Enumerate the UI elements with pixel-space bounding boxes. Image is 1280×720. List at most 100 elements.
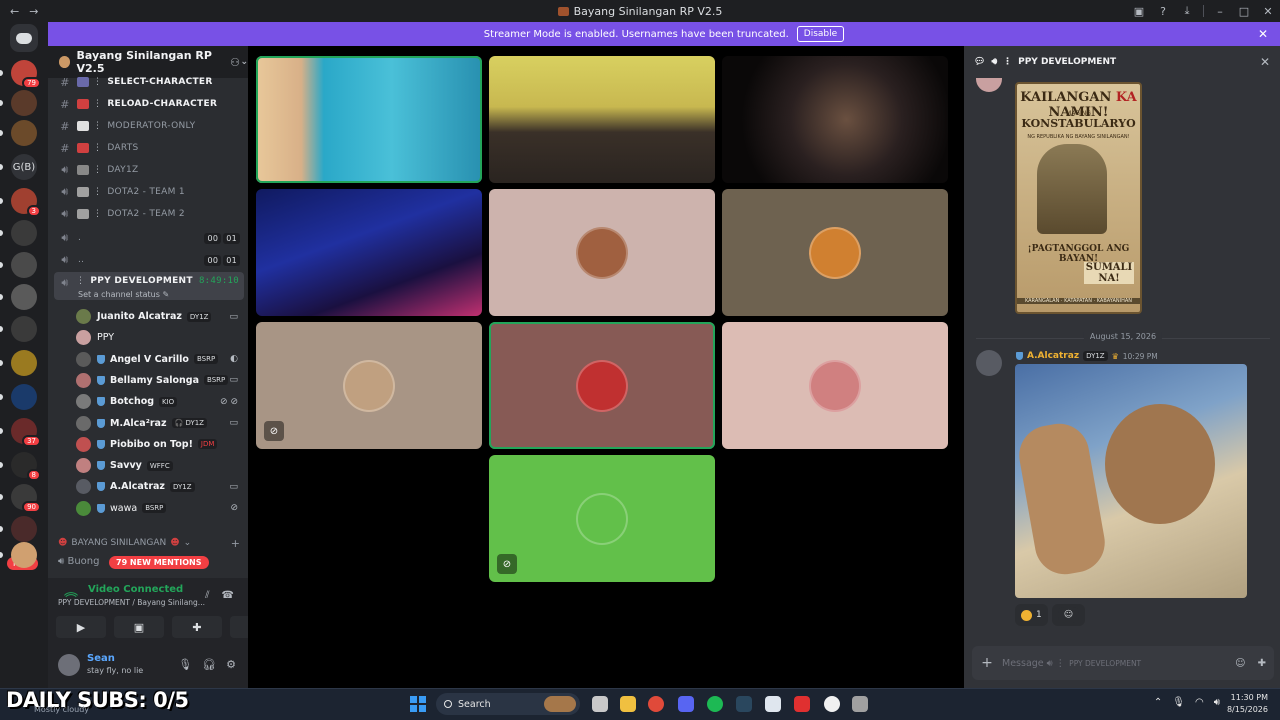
voice-member[interactable]: Bellamy Salonga BSRP ▭ [76,370,244,391]
participant-tile[interactable] [722,322,948,449]
recording-app-icon[interactable] [794,696,810,712]
channel-text[interactable]: # ⋮ select-character [54,72,244,92]
server-icon[interactable] [11,220,37,246]
steam-icon[interactable] [736,696,752,712]
voice-member[interactable]: Juanito Alcatraz DY1Z ▭ [76,306,244,327]
participant-tile[interactable]: ⊘ [489,455,715,582]
channel-text[interactable]: # ⋮ darts [54,138,244,158]
voice-member[interactable]: Angel V Carillo BSRP ◐ [76,349,244,370]
back-arrow-icon[interactable]: ← [10,5,19,18]
channel-voice[interactable]: 🔊︎ ⋮ day1z [54,160,244,180]
channel-ppy-development[interactable]: 🔊︎ ⋮ ppy development 8:49:10 Set a chann… [54,272,244,300]
channel-voice[interactable]: 🔊︎. 00 01 [54,228,244,248]
server-icon[interactable] [11,252,37,278]
channel-voice[interactable]: 🔊︎ ⋮ dota2 - team 1 [54,182,244,202]
server-icon[interactable] [11,542,37,568]
participant-tile[interactable] [489,189,715,316]
invite-people-icon[interactable]: ⚇ [230,56,240,69]
chrome-icon[interactable] [648,696,664,712]
voice-member[interactable]: M.Alca²raz 🎧 DY1Z ▭ [76,413,244,434]
server-icon[interactable]: 8 [11,452,41,481]
participant-tile[interactable]: ⊘ [256,322,482,449]
channel-status-field[interactable]: Set a channel status ✎ [78,290,169,299]
attach-plus-icon[interactable]: + [972,655,1002,671]
username[interactable]: Sean [87,653,115,664]
settings-gear-icon[interactable]: ⚙ [226,658,236,671]
maximize-button[interactable]: □ [1232,5,1256,18]
headphones-icon[interactable]: 🎧︎ [202,658,216,671]
inbox-icon[interactable]: ▣ [1127,5,1151,18]
voice-member[interactable]: Piobibo on Top! JDM [76,434,244,455]
file-explorer-icon[interactable] [620,696,636,712]
screen-share-button[interactable]: ▣ [114,616,164,638]
server-icon[interactable]: 3 [11,188,41,217]
server-icon[interactable]: G(B) [11,154,37,180]
taskbar-clock[interactable]: 11:30 PM 8/15/2026 [1227,692,1268,716]
voice-status[interactable]: Video Connected [88,584,183,595]
participant-tile[interactable] [722,189,948,316]
task-view-icon[interactable] [592,696,608,712]
camera-button[interactable]: ▶ [56,616,106,638]
avatar[interactable] [58,654,80,676]
help-icon[interactable]: ? [1151,5,1175,18]
konstabularyo-poster-image[interactable]: KAILANGAN KA NAMIN! MAGING KONSTABULARYO… [1015,82,1142,314]
discord-taskbar-icon[interactable] [678,696,694,712]
disconnect-icon[interactable]: ☎ [222,590,234,601]
wifi-icon[interactable]: ◠ [1195,697,1204,708]
channel-text[interactable]: # ⋮ reload-character [54,94,244,114]
reaction-button[interactable]: 1 [1015,604,1048,626]
noise-suppression-icon[interactable]: ⫽ [205,590,209,601]
attached-photo[interactable] [1015,364,1247,598]
participant-tile[interactable] [489,322,715,449]
server-icon[interactable] [11,350,37,376]
spotify-icon[interactable] [707,696,723,712]
disable-button[interactable]: Disable [796,26,845,42]
server-icon[interactable]: 90 [11,484,41,513]
server-icon[interactable]: 79 [11,60,41,89]
microphone-icon[interactable]: 🎙︎ [1172,697,1185,708]
notepad-icon[interactable] [765,696,781,712]
video-tile[interactable] [489,56,715,183]
channel-buong[interactable]: 🔊︎ Buong [58,556,100,567]
apps-icon[interactable]: ✚ [1258,658,1266,669]
message-input[interactable]: Message 🔊︎ ⋮ PPY DEVELOPMENT [1002,658,1141,669]
avatar[interactable] [976,350,1002,376]
forward-arrow-icon[interactable]: → [29,5,38,18]
voice-member[interactable]: Savvy WFFC [76,455,244,476]
server-icon[interactable] [11,384,37,410]
download-icon[interactable]: ⤓ [1175,4,1199,18]
voice-member[interactable]: A.Alcatraz DY1Z ▭ [76,476,244,497]
voice-member[interactable]: Botchog KIO ⊘ ⊘ [76,391,244,412]
chevron-up-icon[interactable]: ⌃ [1154,697,1162,708]
minimize-button[interactable]: – [1208,5,1232,18]
message-composer[interactable]: + Message 🔊︎ ⋮ PPY DEVELOPMENT ☺ ✚ [972,646,1274,680]
create-channel-icon[interactable]: + [231,537,240,550]
close-icon[interactable]: ✕ [1260,55,1270,69]
server-icon[interactable] [11,120,37,146]
obs-icon[interactable] [824,696,840,712]
video-tile[interactable] [256,56,482,183]
close-icon[interactable]: ✕ [1258,27,1268,41]
add-reaction-button[interactable]: ☺ [1051,604,1086,626]
voice-member[interactable]: PPY [76,327,244,348]
game-app-icon[interactable] [852,696,868,712]
discord-home-button[interactable] [10,24,38,52]
channel-voice[interactable]: 🔊︎.. 00 01 [54,250,244,270]
category-bayang-sinilangan[interactable]: ☻ BAYANG SINILANGAN ☻ ⌄ + [58,537,240,550]
server-icon[interactable] [11,90,37,116]
new-mentions-pill[interactable]: 79 NEW MENTIONS [109,556,209,569]
channel-text[interactable]: # ⋮ moderator-only [54,116,244,136]
video-tile[interactable] [722,56,948,183]
avatar[interactable] [976,78,1002,92]
emoji-icon[interactable]: ☺ [1235,658,1245,669]
microphone-icon[interactable]: 🎙︎ [178,658,192,671]
video-tile[interactable] [256,189,482,316]
server-icon[interactable] [11,516,37,542]
voice-member[interactable]: wawa BSRP ⊘ [76,498,244,519]
server-icon[interactable] [11,284,37,310]
server-icon[interactable] [11,316,37,342]
channel-voice[interactable]: 🔊︎ ⋮ dota2 - team 2 [54,204,244,224]
server-icon[interactable]: 37 [11,418,41,447]
activities-button[interactable]: ✚ [172,616,222,638]
message-author[interactable]: A.Alcatraz [1027,351,1079,361]
